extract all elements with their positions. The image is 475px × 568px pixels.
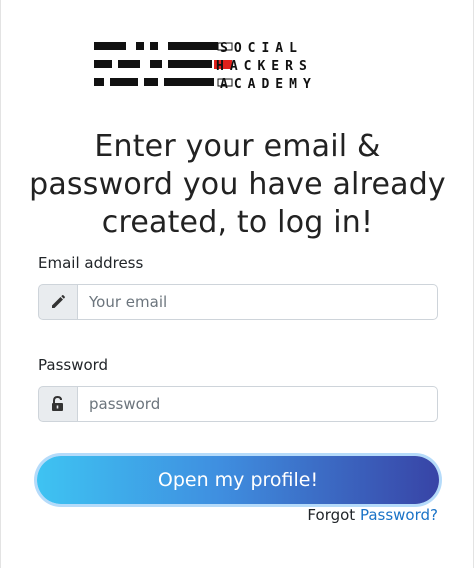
email-label: Email address	[38, 254, 144, 272]
pencil-icon	[38, 284, 78, 320]
password-field[interactable]	[78, 386, 438, 422]
social-hackers-academy-logo: SOCIAL HACKERS ACADEMY	[94, 42, 384, 90]
forgot-password-link[interactable]: Password?	[360, 506, 438, 524]
password-label: Password	[38, 356, 109, 374]
email-input-group	[38, 284, 438, 320]
forgot-prefix: Forgot	[307, 506, 356, 524]
open-profile-button[interactable]: Open my profile!	[37, 456, 439, 504]
forgot-password-line: Forgot Password?	[307, 506, 438, 524]
logo-line-2: HACKERS	[216, 59, 313, 74]
logo-line-3: ACADEMY	[220, 77, 317, 90]
page-title: Enter your email & password you have alr…	[29, 129, 446, 240]
lock-icon	[38, 386, 78, 422]
logo-line-1: SOCIAL	[220, 42, 303, 56]
password-input-group	[38, 386, 438, 422]
email-field[interactable]	[78, 284, 438, 320]
